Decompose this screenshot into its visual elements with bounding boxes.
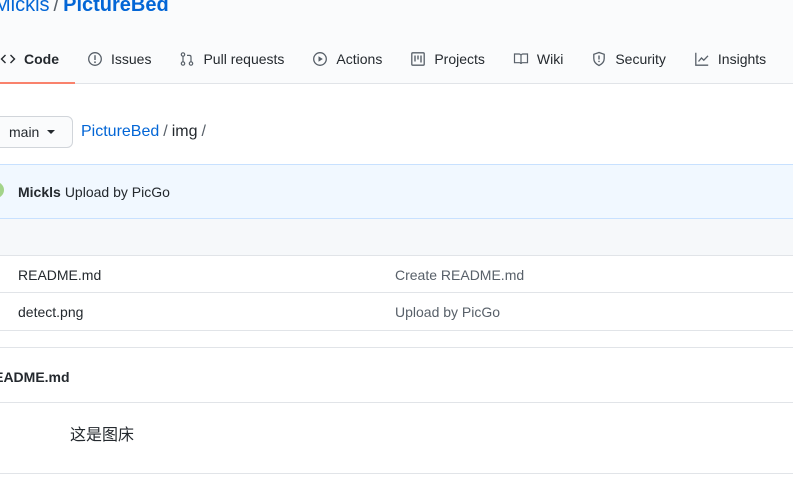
tab-label: Projects	[434, 51, 485, 67]
tab-pull-requests[interactable]: Pull requests	[167, 41, 300, 77]
tab-label: Insights	[717, 51, 767, 67]
tab-label: Actions	[336, 51, 383, 67]
repo-title: Mickls / PictureBed	[0, 0, 169, 17]
tab-projects[interactable]: Projects	[398, 41, 501, 77]
play-icon	[312, 51, 328, 67]
breadcrumb-current: img	[171, 123, 198, 140]
readme-box: README.md 这是图床	[0, 347, 793, 474]
graph-icon	[694, 51, 710, 67]
branch-label: main	[9, 124, 40, 140]
parent-directory-row[interactable]	[0, 219, 793, 256]
tab-settings[interactable]	[782, 41, 793, 77]
table-row[interactable]: detect.png Upload by PicGo	[0, 293, 793, 330]
file-commit-message-link[interactable]: Create README.md	[395, 267, 524, 283]
tab-label: Code	[24, 51, 59, 67]
tab-insights[interactable]: Insights	[682, 41, 782, 77]
branch-select-button[interactable]: main	[0, 116, 73, 148]
caret-down-icon	[47, 130, 56, 134]
readme-title[interactable]: README.md	[0, 369, 70, 385]
breadcrumb: PictureBed / img /	[81, 123, 210, 141]
tab-label: Wiki	[536, 51, 564, 67]
tab-wiki[interactable]: Wiki	[501, 41, 579, 77]
commit-text: Mickls Upload by PicGo	[18, 184, 170, 200]
tab-security[interactable]: Security	[579, 41, 682, 77]
shield-icon	[591, 51, 607, 67]
repo-name-link[interactable]: PictureBed	[63, 0, 169, 16]
tab-label: Pull requests	[203, 51, 285, 67]
pull-request-icon	[179, 51, 195, 67]
repo-title-separator: /	[53, 0, 60, 16]
issue-icon	[87, 51, 103, 67]
tab-actions[interactable]: Actions	[300, 41, 398, 77]
tab-issues[interactable]: Issues	[75, 41, 167, 77]
commit-message-link[interactable]: Upload by PicGo	[65, 184, 170, 200]
code-icon	[0, 51, 16, 67]
book-icon	[513, 51, 529, 67]
breadcrumb-trailing-separator: /	[201, 123, 206, 140]
latest-commit-bar: Mickls Upload by PicGo	[0, 164, 793, 219]
file-name-link[interactable]: detect.png	[18, 304, 83, 320]
commit-author-link[interactable]: Mickls	[18, 184, 61, 200]
breadcrumb-root-link[interactable]: PictureBed	[81, 123, 159, 140]
repo-tabs: Code Issues Pull requests Actions Projec…	[0, 41, 793, 84]
repo-owner-link[interactable]: Mickls	[0, 0, 50, 16]
repo-header: Mickls / PictureBed Code Issues Pull reque…	[0, 0, 793, 84]
tab-code[interactable]: Code	[0, 41, 75, 84]
file-name-link[interactable]: README.md	[18, 267, 101, 283]
project-icon	[410, 51, 426, 67]
readme-content: 这是图床	[70, 425, 135, 444]
avatar[interactable]	[0, 182, 4, 198]
tab-label: Security	[615, 51, 666, 67]
readme-header: README.md	[0, 348, 793, 403]
tab-label: Issues	[111, 51, 152, 67]
file-list: README.md Create README.md detect.png Up…	[0, 219, 793, 331]
file-commit-message-link[interactable]: Upload by PicGo	[395, 304, 500, 320]
breadcrumb-separator: /	[163, 123, 168, 140]
table-row[interactable]: README.md Create README.md	[0, 256, 793, 293]
